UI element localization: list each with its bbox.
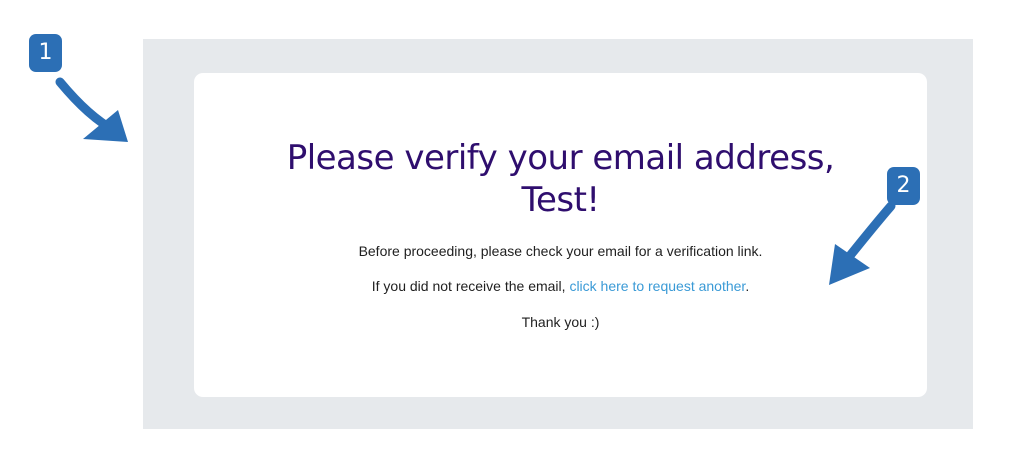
verification-card: Please verify your email address, Test! … — [194, 73, 927, 397]
annotation-badge-1: 1 — [29, 34, 62, 72]
resend-sentence: If you did not receive the email, click … — [194, 277, 927, 295]
annotation-badge-2: 2 — [887, 167, 920, 205]
request-another-link[interactable]: click here to request another — [569, 278, 745, 294]
page-title: Please verify your email address, Test! — [194, 137, 927, 221]
page-title-line-2: Test! — [521, 180, 600, 220]
page-title-line-1: Please verify your email address, — [286, 138, 835, 178]
instructions-text: Before proceeding, please check your ema… — [358, 243, 763, 259]
thank-you-text: Thank you :) — [521, 314, 600, 330]
resend-prefix: If you did not receive the email, — [371, 278, 570, 294]
resend-suffix: . — [745, 278, 750, 294]
screenshot-stage: Please verify your email address, Test! … — [0, 0, 1024, 454]
arrow-down-right-icon — [55, 77, 128, 142]
